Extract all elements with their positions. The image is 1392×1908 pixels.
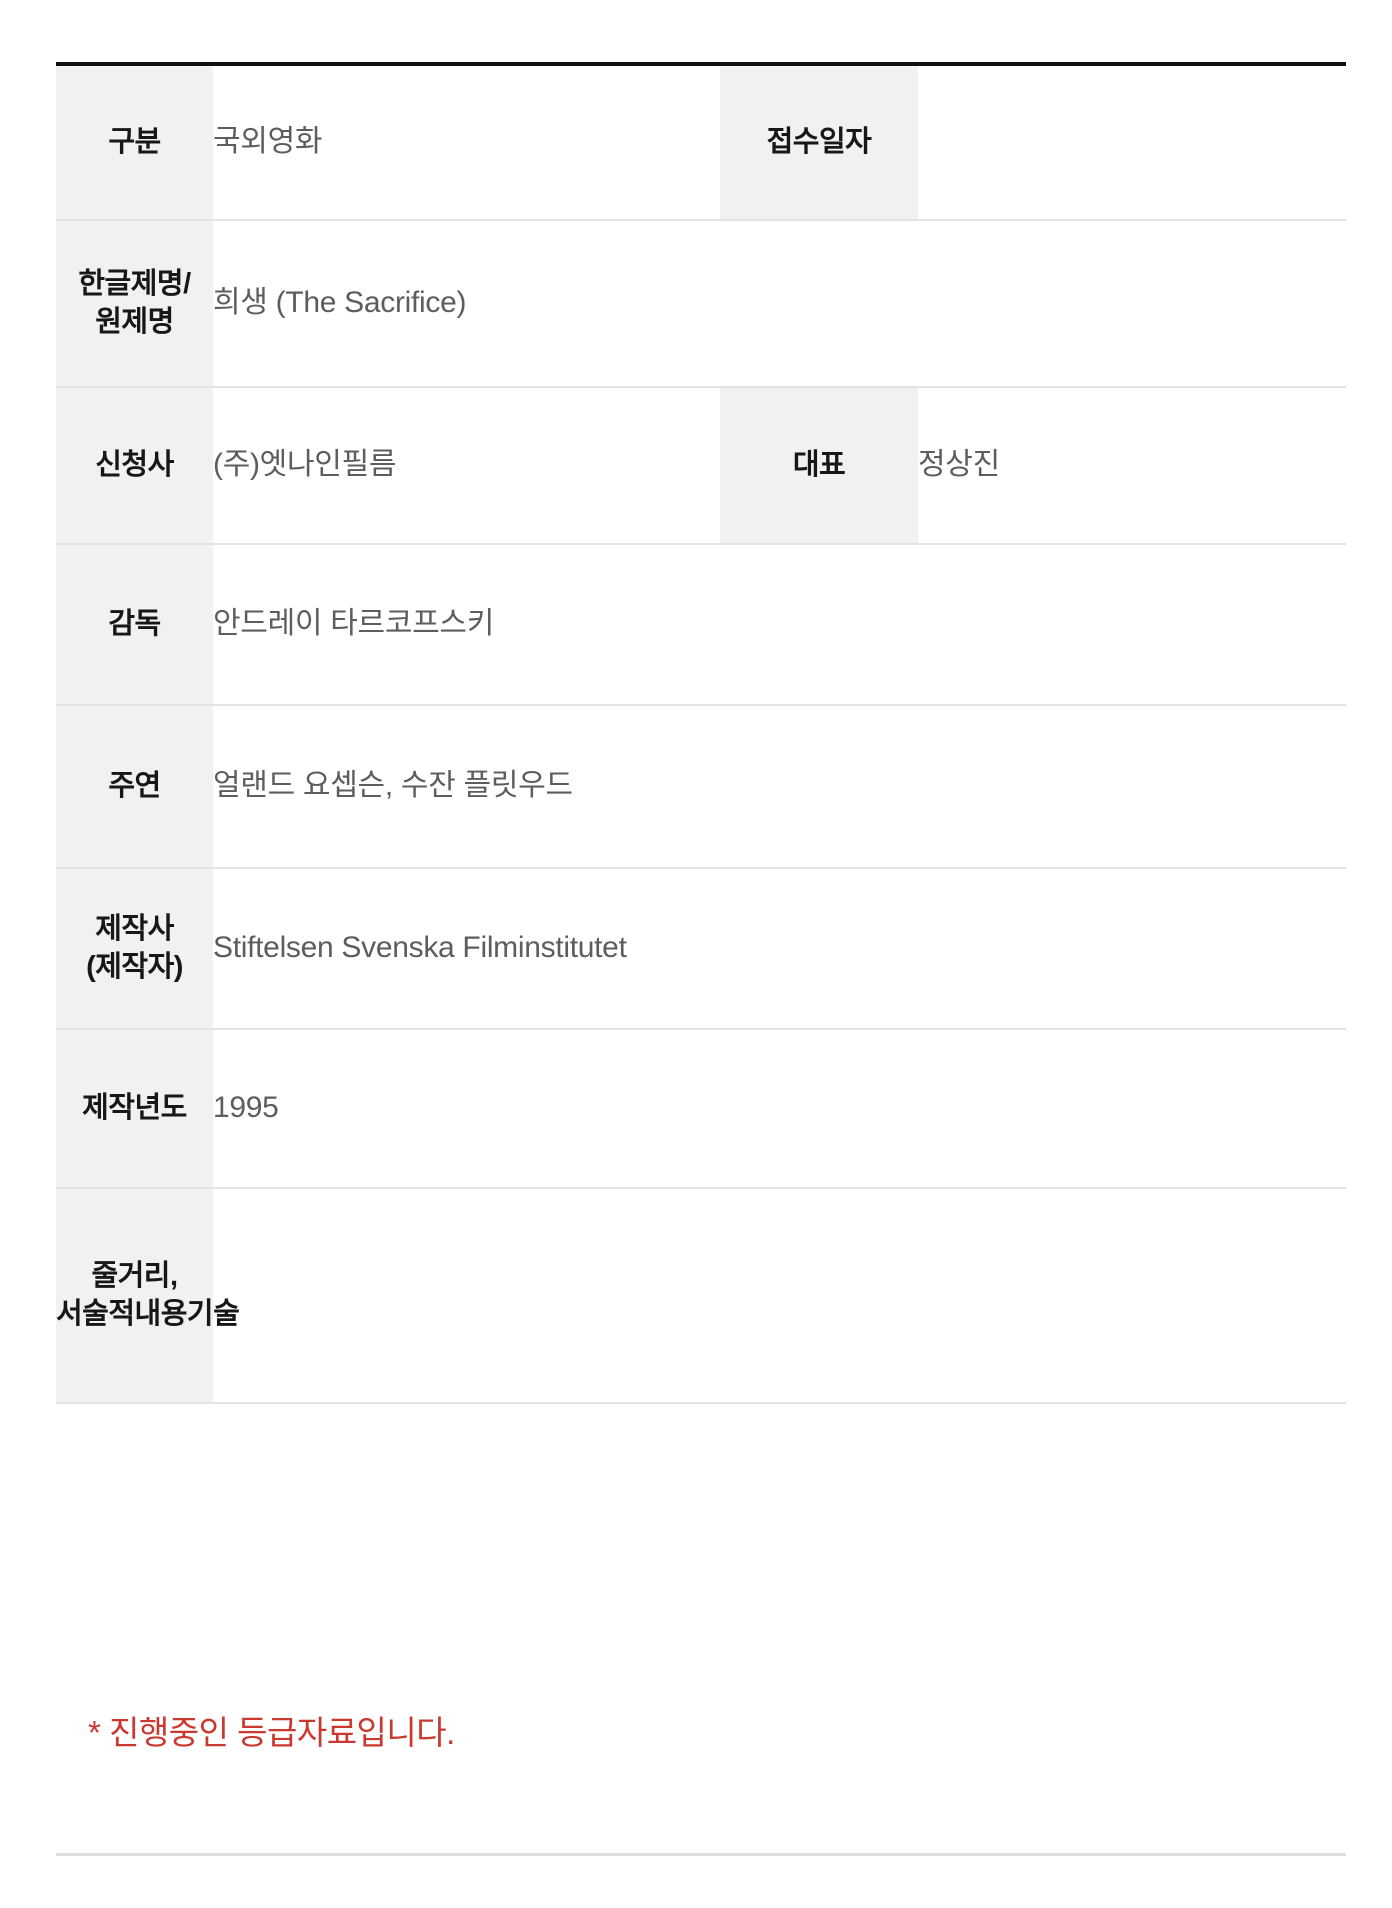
table-row-category: 구분 국외영화 접수일자 bbox=[56, 64, 1346, 220]
table-row-cast: 주연 얼랜드 요셉슨, 수잔 플릿우드 bbox=[56, 705, 1346, 868]
row-value-received-date bbox=[918, 64, 1346, 220]
page-root: 구분 국외영화 접수일자 한글제명/원제명 희생 (The Sacrifice)… bbox=[0, 0, 1392, 1908]
row-label-cast: 주연 bbox=[56, 705, 213, 868]
row-value-production-company: Stiftelsen Svenska Filminstitutet bbox=[213, 868, 1346, 1029]
bottom-divider bbox=[56, 1853, 1346, 1856]
row-value-category: 국외영화 bbox=[213, 64, 720, 220]
row-value-applicant: (주)엣나인필름 bbox=[213, 387, 720, 544]
row-value-title: 희생 (The Sacrifice) bbox=[213, 220, 1346, 387]
row-value-representative: 정상진 bbox=[918, 387, 1346, 544]
table-row-production-company: 제작사 (제작자) Stiftelsen Svenska Filminstitut… bbox=[56, 868, 1346, 1029]
film-info-table-wrapper: 구분 국외영화 접수일자 한글제명/원제명 희생 (The Sacrifice)… bbox=[56, 62, 1346, 1404]
table-row-title: 한글제명/원제명 희생 (The Sacrifice) bbox=[56, 220, 1346, 387]
row-label-title: 한글제명/원제명 bbox=[56, 220, 213, 387]
row-value-cast: 얼랜드 요셉슨, 수잔 플릿우드 bbox=[213, 705, 1346, 868]
row-label-representative: 대표 bbox=[720, 387, 918, 544]
row-value-production-year: 1995 bbox=[213, 1029, 1346, 1188]
row-label-production-year: 제작년도 bbox=[56, 1029, 213, 1188]
row-label-synopsis: 줄거리, 서술적내용기술 bbox=[56, 1188, 240, 1403]
table-row-applicant: 신청사 (주)엣나인필름 대표 정상진 bbox=[56, 387, 1346, 544]
row-label-production-company-line2: (제작자) bbox=[86, 950, 183, 983]
film-info-table: 구분 국외영화 접수일자 한글제명/원제명 희생 (The Sacrifice)… bbox=[56, 62, 1346, 1404]
table-row-synopsis: 줄거리, 서술적내용기술 bbox=[56, 1188, 1346, 1403]
in-progress-notice: * 진행중인 등급자료입니다. bbox=[88, 1714, 455, 1751]
table-row-director: 감독 안드레이 타르코프스키 bbox=[56, 544, 1346, 705]
row-value-director: 안드레이 타르코프스키 bbox=[213, 544, 1346, 705]
row-label-category: 구분 bbox=[56, 64, 213, 220]
row-label-applicant: 신청사 bbox=[56, 387, 213, 544]
row-label-director: 감독 bbox=[56, 544, 213, 705]
table-row-production-year: 제작년도 1995 bbox=[56, 1029, 1346, 1188]
row-value-synopsis bbox=[213, 1188, 1346, 1403]
row-label-production-company-line1: 제작사 bbox=[95, 912, 174, 945]
row-label-received-date: 접수일자 bbox=[720, 64, 918, 220]
row-label-production-company: 제작사 (제작자) bbox=[56, 868, 213, 1029]
